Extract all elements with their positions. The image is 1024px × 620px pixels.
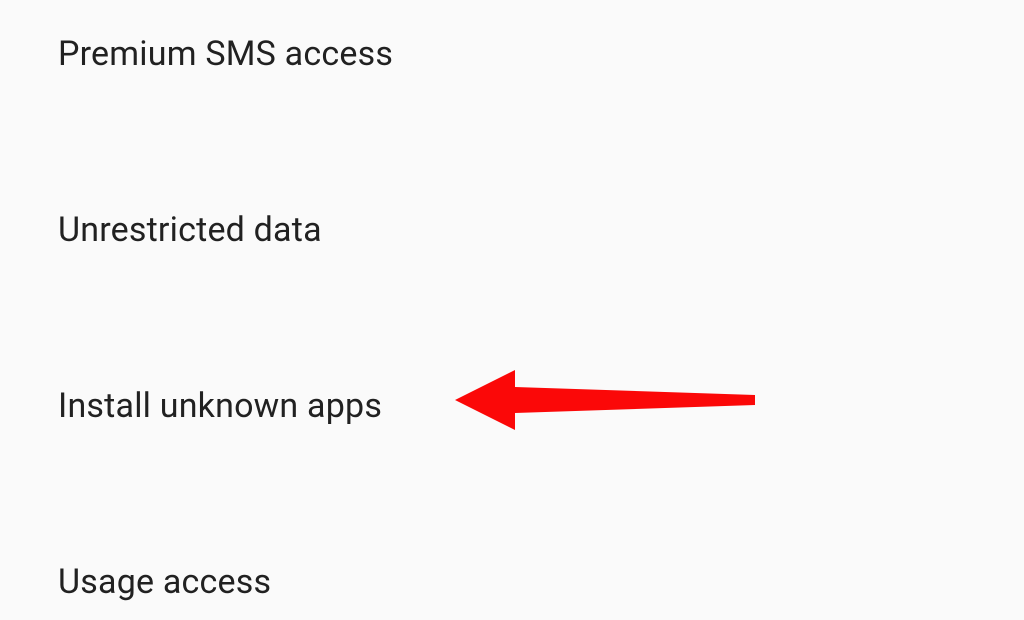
settings-item-install-unknown-apps[interactable]: Install unknown apps xyxy=(58,368,1024,444)
settings-item-usage-access[interactable]: Usage access xyxy=(58,544,1024,620)
settings-list: Premium SMS access Unrestricted data Ins… xyxy=(0,0,1024,620)
settings-item-unrestricted-data[interactable]: Unrestricted data xyxy=(58,192,1024,268)
settings-item-label: Unrestricted data xyxy=(58,210,322,250)
settings-item-label: Usage access xyxy=(58,562,271,602)
settings-item-label: Premium SMS access xyxy=(58,34,393,74)
settings-item-premium-sms[interactable]: Premium SMS access xyxy=(58,16,1024,92)
settings-item-label: Install unknown apps xyxy=(58,386,382,426)
